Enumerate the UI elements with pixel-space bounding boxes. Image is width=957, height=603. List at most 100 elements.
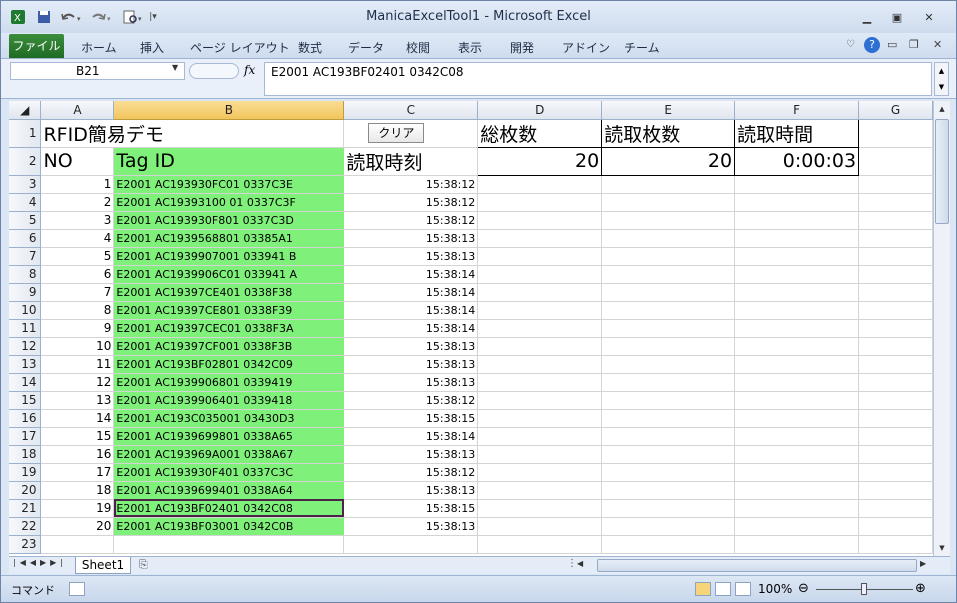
tab-developer[interactable]: 開発 (510, 39, 534, 56)
read-count-label[interactable]: 読取枚数 (601, 118, 736, 148)
row-header[interactable]: 19 (9, 463, 42, 482)
tag-id-cell[interactable]: E2001 AC193930FC01 0337C3E (113, 175, 345, 194)
cell[interactable] (858, 445, 933, 464)
cell[interactable] (858, 409, 933, 428)
cell[interactable] (734, 193, 860, 212)
no-cell[interactable]: 7 (40, 283, 115, 302)
read-time-cell[interactable]: 15:38:13 (343, 517, 479, 536)
row-header[interactable]: 8 (9, 265, 42, 284)
no-cell[interactable]: 15 (40, 427, 115, 446)
no-cell[interactable]: 2 (40, 193, 115, 212)
tag-id-cell[interactable]: E2001 AC1939699401 0338A64 (113, 481, 345, 500)
tag-id-cell[interactable]: E2001 AC193BF02801 0342C09 (113, 355, 345, 374)
row-header[interactable]: 21 (9, 499, 42, 518)
cell[interactable] (734, 409, 860, 428)
tag-id-cell[interactable]: E2001 AC193930F401 0337C3C (113, 463, 345, 482)
cell[interactable] (601, 319, 736, 338)
cell[interactable] (477, 355, 603, 374)
cell[interactable] (601, 229, 736, 248)
cell[interactable] (477, 391, 603, 410)
no-cell[interactable]: 16 (40, 445, 115, 464)
cell[interactable] (477, 229, 603, 248)
cell[interactable] (477, 211, 603, 230)
cell[interactable] (477, 535, 603, 554)
tag-id-cell[interactable]: E2001 AC1939906C01 033941 A (113, 265, 345, 284)
cell[interactable] (601, 283, 736, 302)
cell[interactable] (858, 463, 933, 482)
tag-id-cell[interactable]: E2001 AC1939906801 0339419 (113, 373, 345, 392)
cell[interactable] (858, 175, 933, 194)
no-cell[interactable]: 6 (40, 265, 115, 284)
row-header[interactable]: 20 (9, 481, 42, 500)
no-cell[interactable]: 10 (40, 337, 115, 356)
cell[interactable] (477, 445, 603, 464)
row-header[interactable]: 2 (9, 147, 42, 176)
macro-record-icon[interactable] (69, 582, 85, 596)
cell[interactable] (477, 301, 603, 320)
cell[interactable] (734, 535, 860, 554)
cell[interactable] (601, 391, 736, 410)
cell[interactable] (734, 355, 860, 374)
read-time-cell[interactable]: 15:38:15 (343, 409, 479, 428)
row-header[interactable]: 17 (9, 427, 42, 446)
row-header[interactable]: 5 (9, 211, 42, 230)
column-header[interactable]: C (343, 101, 479, 120)
tag-id-cell[interactable]: E2001 AC1939907001 033941 B (113, 247, 345, 266)
clear-button[interactable]: クリア (368, 123, 425, 143)
cell[interactable] (477, 265, 603, 284)
cell[interactable] (477, 193, 603, 212)
row-header[interactable]: 1 (9, 119, 42, 148)
column-header[interactable]: G (858, 101, 933, 120)
row-header[interactable]: 10 (9, 301, 42, 320)
tag-id-cell[interactable]: E2001 AC193C035001 03430D3 (113, 409, 345, 428)
wb-close-icon[interactable]: ✕ (933, 38, 942, 51)
vertical-scrollbar[interactable]: ▲ ▼ (933, 101, 950, 556)
tab-view[interactable]: 表示 (458, 39, 482, 56)
cell[interactable] (477, 337, 603, 356)
cell[interactable] (477, 283, 603, 302)
cell[interactable] (477, 319, 603, 338)
insert-sheet-icon[interactable]: ⎘ (139, 558, 148, 572)
cell[interactable] (477, 481, 603, 500)
read-time-cell[interactable]: 15:38:12 (343, 391, 479, 410)
no-cell[interactable]: 19 (40, 499, 115, 518)
cell[interactable] (601, 247, 736, 266)
cell[interactable] (601, 175, 736, 194)
cell[interactable] (734, 463, 860, 482)
cell[interactable] (734, 337, 860, 356)
tag-id-cell[interactable]: E2001 AC193930F801 0337C3D (113, 211, 345, 230)
cell[interactable] (40, 535, 115, 554)
formula-bar-divider[interactable] (189, 63, 239, 79)
cell[interactable] (734, 373, 860, 392)
cell[interactable] (601, 409, 736, 428)
chevron-down-icon[interactable]: ▼ (172, 63, 178, 72)
horizontal-scroll-thumb[interactable] (597, 559, 917, 572)
read-time-cell[interactable]: 15:38:14 (343, 265, 479, 284)
cell[interactable] (734, 517, 860, 536)
ribbon-collapse-icon[interactable]: ♡ (846, 39, 855, 50)
normal-view-icon[interactable] (695, 582, 711, 596)
no-cell[interactable]: 14 (40, 409, 115, 428)
vertical-scroll-thumb[interactable] (935, 119, 949, 224)
row-header[interactable]: 6 (9, 229, 42, 248)
cell[interactable] (858, 193, 933, 212)
formula-expand-icon[interactable]: ▲ ▼ (934, 62, 949, 96)
tag-id-cell[interactable]: E2001 AC193BF02401 0342C08 (113, 499, 345, 518)
cell[interactable] (601, 517, 736, 536)
tab-home[interactable]: ホーム (81, 39, 117, 56)
cell[interactable] (601, 337, 736, 356)
cell[interactable] (477, 427, 603, 446)
cell[interactable] (601, 355, 736, 374)
cell[interactable] (734, 499, 860, 518)
cell[interactable] (858, 283, 933, 302)
read-count-value[interactable]: 20 (601, 146, 736, 176)
read-time-cell[interactable]: 15:38:13 (343, 337, 479, 356)
cell[interactable] (858, 481, 933, 500)
no-cell[interactable]: 3 (40, 211, 115, 230)
cell[interactable] (734, 445, 860, 464)
row-header[interactable]: 23 (9, 535, 42, 554)
read-time-cell[interactable]: 15:38:14 (343, 283, 479, 302)
read-time-cell[interactable]: 15:38:13 (343, 229, 479, 248)
read-time-label[interactable]: 読取時間 (734, 118, 860, 148)
cell[interactable] (858, 119, 933, 148)
